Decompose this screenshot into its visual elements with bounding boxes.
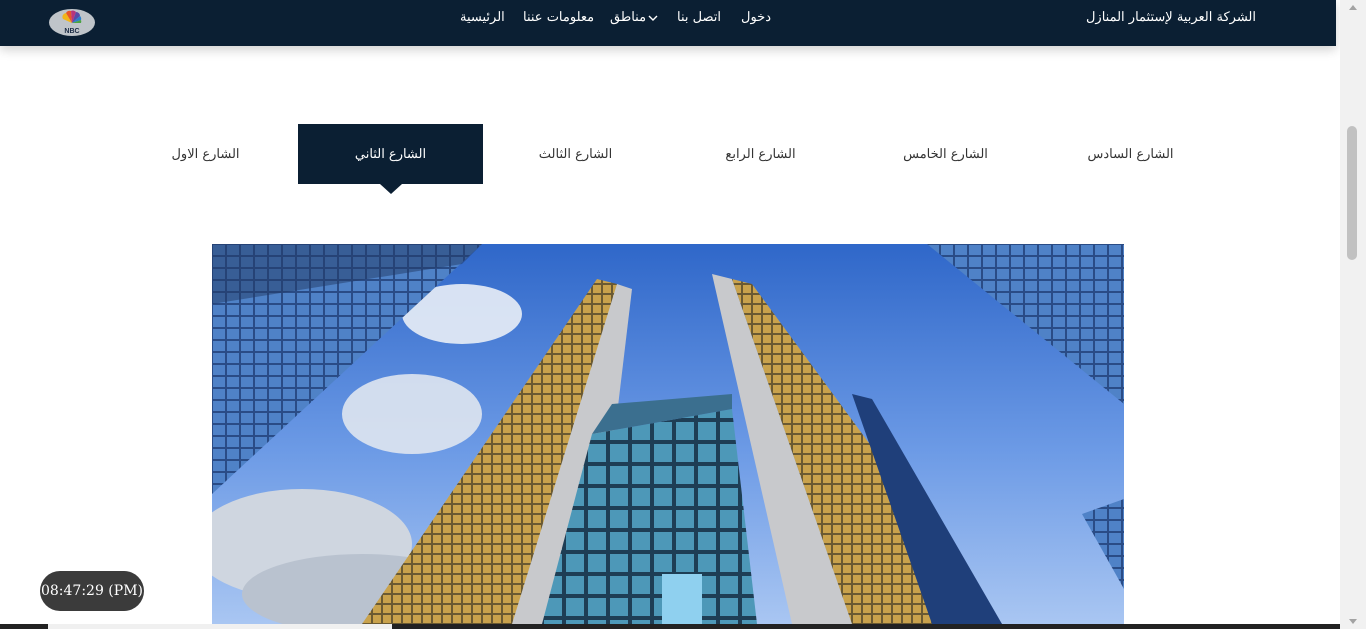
nav-regions[interactable]: مناطق xyxy=(610,10,658,25)
nav-about[interactable]: معلومات عننا xyxy=(523,10,594,25)
chevron-down-icon xyxy=(648,15,658,21)
clock-time: 08:47:29 (PM) xyxy=(40,583,143,599)
scroll-down-arrow-icon[interactable] xyxy=(1349,619,1357,624)
tab-label: الشارع الرابع xyxy=(725,146,796,162)
scroll-thumb[interactable] xyxy=(1347,126,1357,260)
top-navbar: NBC الرئيسية معلومات عننا مناطق اتصل بنا… xyxy=(0,0,1336,46)
active-tab-pointer xyxy=(380,184,402,194)
vertical-scrollbar[interactable] xyxy=(1340,0,1366,629)
nbc-logo[interactable]: NBC xyxy=(49,9,95,36)
tab-street-1[interactable]: الشارع الاول xyxy=(113,124,298,184)
tab-street-4[interactable]: الشارع الرابع xyxy=(668,124,853,184)
scroll-up-arrow-icon[interactable] xyxy=(1349,5,1357,10)
nav-login[interactable]: دخول xyxy=(741,10,771,25)
tab-label: الشارع الثاني xyxy=(354,146,427,162)
tab-label: الشارع الاول xyxy=(171,146,240,162)
tab-street-3[interactable]: الشارع الثالث xyxy=(483,124,668,184)
nav-regions-label: مناطق xyxy=(610,10,647,25)
clock-badge: 08:47:29 (PM) xyxy=(40,571,144,611)
bottom-strip-segment xyxy=(48,624,392,629)
nav-home[interactable]: الرئيسية xyxy=(460,10,505,25)
tab-label: الشارع الثالث xyxy=(538,146,613,162)
tab-label: الشارع الخامس xyxy=(903,146,988,162)
tab-street-2[interactable]: الشارع الثاني xyxy=(298,124,483,184)
tab-street-6[interactable]: الشارع السادس xyxy=(1038,124,1223,184)
logo-text: NBC xyxy=(64,28,79,35)
tab-street-5[interactable]: الشارع الخامس xyxy=(853,124,1038,184)
bottom-strip xyxy=(0,624,1340,629)
tab-label: الشارع السادس xyxy=(1087,146,1174,162)
site-brand[interactable]: الشركة العربية لإستثمار المنازل xyxy=(1086,10,1256,25)
hero-image xyxy=(212,244,1124,624)
nav-contact[interactable]: اتصل بنا xyxy=(677,10,721,25)
